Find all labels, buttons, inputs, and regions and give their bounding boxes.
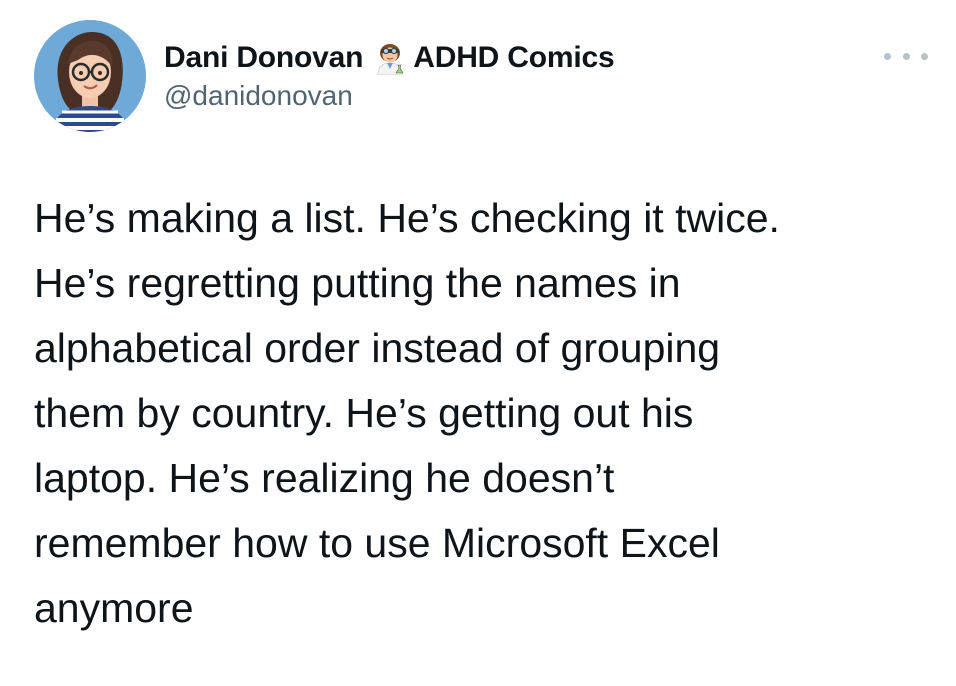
author-handle[interactable]: @danidonovan (164, 80, 353, 112)
more-dots-icon (884, 52, 891, 60)
author-name-row[interactable]: Dani Donovan ADHD Comics (164, 40, 615, 76)
tweet-text-line: remember how to use Microsoft Excel (34, 520, 720, 566)
woman-scientist-emoji-icon (373, 41, 407, 75)
tweet-text-line: laptop. He’s realizing he doesn’t (34, 455, 615, 501)
tweet-card: Dani Donovan ADHD Comics @danidonovan He… (0, 0, 956, 686)
name-suffix[interactable]: ADHD Comics (413, 41, 614, 75)
avatar[interactable] (34, 20, 146, 132)
avatar-illustration (34, 20, 146, 132)
display-name[interactable]: Dani Donovan (164, 41, 363, 75)
tweet-text-line: anymore (34, 585, 194, 631)
tweet-text-line: He’s regretting putting the names in (34, 260, 681, 306)
tweet-text: He’s making a list. He’s checking it twi… (34, 186, 934, 641)
more-options-button[interactable] (884, 44, 928, 68)
more-dots-icon (902, 52, 910, 60)
tweet-text-line: them by country. He’s getting out his (34, 390, 694, 436)
more-dots-icon (921, 52, 928, 60)
tweet-text-line: alphabetical order instead of grouping (34, 325, 721, 371)
tweet-text-line: He’s making a list. He’s checking it twi… (34, 195, 780, 241)
